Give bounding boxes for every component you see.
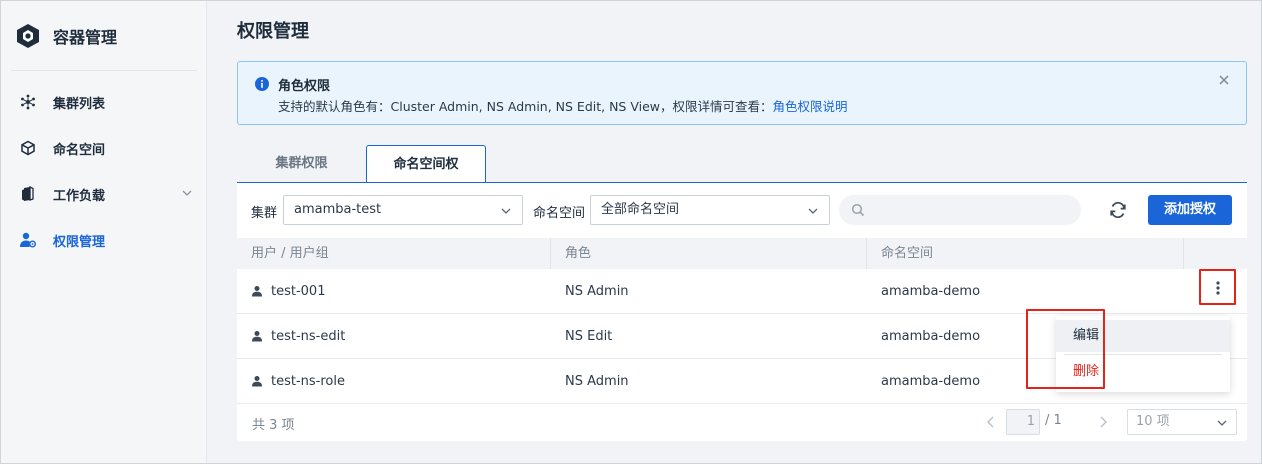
permission-tabs: 集群权限 命名空间权限: [237, 145, 486, 210]
page-size-value: 10 项: [1136, 414, 1170, 429]
search-input[interactable]: [873, 195, 1073, 225]
cluster-icon: [19, 93, 37, 111]
table-header: 用户 / 用户组 角色 命名空间: [237, 238, 1247, 269]
tab-namespace-permission[interactable]: 命名空间权限: [366, 145, 486, 210]
user-cell: test-ns-role: [237, 374, 551, 389]
user-name: test-ns-role: [271, 373, 345, 389]
more-vertical-icon: [1216, 281, 1220, 295]
chevron-down-icon: [808, 208, 818, 214]
namespace-select[interactable]: 全部命名空间: [590, 195, 830, 225]
user-name: test-001: [271, 283, 326, 299]
refresh-icon[interactable]: [1108, 200, 1128, 220]
tab-cluster-permission[interactable]: 集群权限: [237, 145, 366, 183]
cube-icon: [19, 139, 37, 157]
cluster-filter-label: 集群: [251, 206, 278, 221]
column-header-namespace: 命名空间: [867, 238, 1184, 269]
hexagon-logo-icon: [17, 24, 39, 48]
info-icon: [255, 77, 269, 91]
page-title: 权限管理: [237, 21, 309, 42]
permission-card: 集群 amamba-test 命名空间 全部命名空间 添加授权 用户 / 用户组…: [237, 183, 1247, 441]
sidebar-divider: [11, 70, 197, 71]
brand: 容器管理: [15, 23, 117, 49]
role-permission-doc-link[interactable]: 角色权限说明: [773, 99, 848, 114]
column-header-user: 用户 / 用户组: [237, 238, 551, 269]
user-icon: [252, 331, 262, 342]
chevron-left-icon[interactable]: [985, 415, 997, 429]
menu-item-delete[interactable]: 删除: [1056, 356, 1230, 388]
namespace-filter-label: 命名空间: [533, 206, 586, 221]
chevron-down-icon: [501, 208, 511, 214]
sidebar-item-namespace[interactable]: 命名空间: [1, 125, 207, 171]
page-size-select[interactable]: 10 项: [1127, 409, 1237, 435]
user-cell: test-001: [237, 284, 551, 299]
column-header-role: 角色: [551, 238, 867, 269]
alert-body-text: 支持的默认角色有：Cluster Admin, NS Admin, NS Edi…: [278, 99, 773, 114]
row-more-actions-button[interactable]: [1199, 269, 1236, 305]
sidebar-item-label: 工作负载: [53, 188, 106, 204]
app-title: 容器管理: [53, 28, 118, 47]
workload-icon: [19, 185, 37, 203]
row-actions-menu: 编辑 删除: [1056, 316, 1230, 392]
info-alert: 角色权限 支持的默认角色有：Cluster Admin, NS Admin, N…: [237, 61, 1247, 125]
menu-item-edit[interactable]: 编辑: [1056, 320, 1230, 352]
user-name: test-ns-edit: [271, 328, 346, 344]
chevron-down-icon: [182, 190, 192, 196]
namespace-cell: amamba-demo: [881, 283, 981, 299]
page-total: / 1: [1045, 413, 1062, 428]
user-permission-icon: [19, 231, 37, 249]
column-header-actions: [1184, 238, 1247, 269]
filter-bar: 集群 amamba-test 命名空间 全部命名空间 添加授权: [237, 195, 1247, 225]
table-row: test-001 NS Admin amamba-demo: [237, 269, 1247, 314]
alert-body: 支持的默认角色有：Cluster Admin, NS Admin, NS Edi…: [278, 96, 848, 115]
sidebar-nav: 集群列表 命名空间 工作负载 权限管理: [1, 79, 207, 263]
chevron-right-icon[interactable]: [1097, 415, 1109, 429]
user-cell: test-ns-edit: [237, 329, 551, 344]
page-number-input[interactable]: 1: [1006, 409, 1040, 435]
sidebar: 容器管理 集群列表 命名空间 工作负载 权限管理: [1, 1, 207, 463]
close-icon[interactable]: [1218, 74, 1230, 86]
alert-title: 角色权限: [278, 79, 331, 94]
sidebar-item-label: 命名空间: [53, 142, 106, 158]
total-count: 共 3 项: [252, 418, 295, 433]
role-cell: NS Admin: [565, 283, 629, 299]
cluster-select-value: amamba-test: [294, 202, 382, 217]
cluster-select[interactable]: amamba-test: [283, 195, 523, 225]
user-icon: [252, 376, 262, 387]
add-authorization-button[interactable]: 添加授权: [1148, 195, 1232, 225]
main-content: 权限管理 角色权限 支持的默认角色有：Cluster Admin, NS Adm…: [208, 1, 1261, 463]
search-icon: [851, 203, 865, 217]
sidebar-item-cluster-list[interactable]: 集群列表: [1, 79, 207, 125]
sidebar-item-permission[interactable]: 权限管理: [1, 217, 207, 263]
sidebar-item-label: 权限管理: [53, 234, 106, 250]
chevron-down-icon: [1217, 420, 1227, 426]
sidebar-item-workload[interactable]: 工作负载: [1, 171, 207, 217]
search-box[interactable]: [839, 195, 1081, 225]
role-cell: NS Edit: [565, 328, 613, 344]
user-icon: [252, 286, 262, 297]
sidebar-item-label: 集群列表: [53, 96, 106, 112]
table-footer: 共 3 项 1 / 1 10 项: [237, 405, 1247, 439]
role-cell: NS Admin: [565, 373, 629, 389]
menu-divider: [1064, 354, 1222, 355]
namespace-select-value: 全部命名空间: [601, 202, 680, 217]
